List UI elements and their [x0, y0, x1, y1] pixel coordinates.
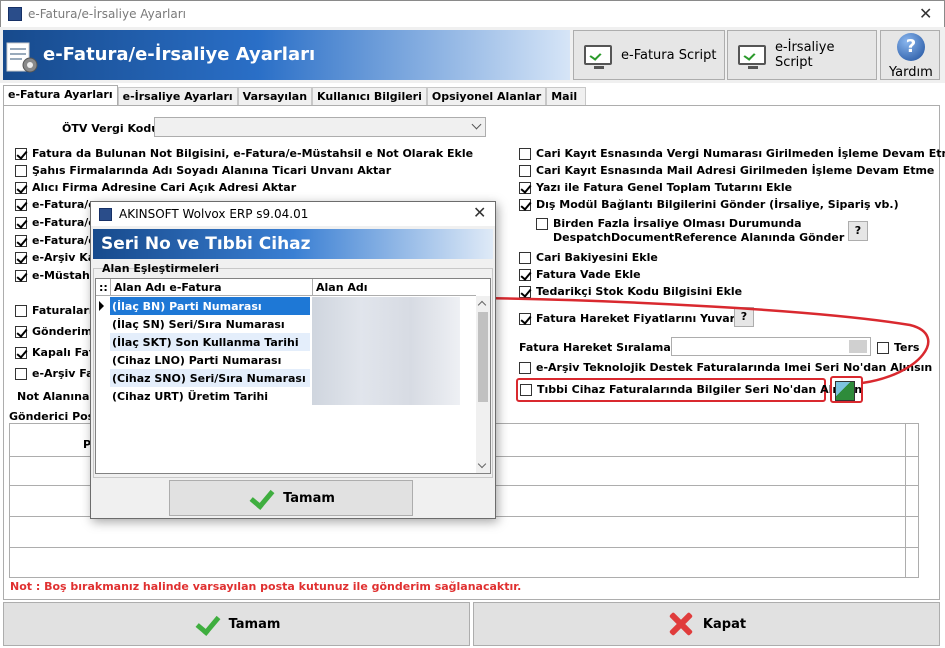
- app-icon: [8, 7, 22, 21]
- dialog-close-button[interactable]: ✕: [473, 203, 486, 222]
- otv-select[interactable]: [154, 117, 486, 137]
- row-pointer-icon: [99, 301, 104, 311]
- siralama-input[interactable]: [671, 337, 871, 356]
- right-check-8[interactable]: Fatura Hareket Fiyatlarını Yuvarla: [519, 312, 746, 325]
- settings-gear-icon: [6, 42, 38, 73]
- mapping-table[interactable]: :: Alan Adı e-Fatura Alan Adı (İlaç BN) …: [95, 278, 491, 474]
- eirsaliye-script-button[interactable]: e-İrsaliye Script: [727, 30, 877, 80]
- table-row[interactable]: (Cihaz URT) Üretim Tarihi: [96, 387, 476, 405]
- left-check-6[interactable]: e-Arşiv Ka: [15, 251, 95, 264]
- table-row[interactable]: (İlaç SKT) Son Kullanma Tarihi: [96, 333, 476, 351]
- table-row[interactable]: (Cihaz LNO) Parti Numarası: [96, 351, 476, 369]
- tab-varsayilan[interactable]: Varsayılan: [237, 87, 313, 105]
- dialog-banner-title: Seri No ve Tıbbi Cihaz: [101, 234, 311, 254]
- ok-button[interactable]: Tamam: [3, 602, 470, 646]
- left-check-11[interactable]: e-Arşiv Fat: [15, 367, 99, 380]
- col-marker-header: ::: [96, 279, 110, 296]
- help-label: Yardım: [889, 65, 933, 80]
- not-alani-label: Not Alanına E: [17, 390, 101, 403]
- tab-eirsaliye[interactable]: e-İrsaliye Ayarları: [117, 87, 238, 105]
- window-title: e-Fatura/e-İrsaliye Ayarları: [28, 7, 187, 21]
- efatura-script-button[interactable]: e-Fatura Script: [573, 30, 725, 80]
- left-check-10[interactable]: Kapalı Fatu: [15, 346, 102, 359]
- left-check-5[interactable]: e-Fatura/e: [15, 234, 96, 247]
- table-row[interactable]: (İlaç SN) Seri/Sıra Numarası: [96, 315, 476, 333]
- tab-mail[interactable]: Mail: [546, 87, 587, 105]
- image-icon-button[interactable]: [835, 381, 855, 401]
- scroll-down-icon: [477, 459, 487, 469]
- help-icon: ?: [897, 33, 925, 61]
- scroll-up-icon: [477, 300, 487, 310]
- serial-dialog: AKINSOFT Wolvox ERP s9.04.01 ✕ Seri No v…: [90, 201, 496, 519]
- chevron-down-icon: [471, 119, 482, 130]
- check-icon: [193, 614, 219, 634]
- ok-label: Tamam: [228, 616, 281, 632]
- header-banner: e-Fatura/e-İrsaliye Ayarları: [3, 30, 570, 80]
- despatch-help-button[interactable]: ?: [848, 221, 868, 241]
- siralama-label: Fatura Hareket Sıralaması: [519, 341, 682, 354]
- monitor-icon: [738, 45, 766, 69]
- right-check-1[interactable]: Cari Kayıt Esnasında Mail Adresi Girilme…: [519, 164, 934, 177]
- col-efatura-header[interactable]: Alan Adı e-Fatura: [110, 279, 312, 296]
- ters-check[interactable]: Ters: [877, 341, 919, 354]
- left-check-0[interactable]: Fatura da Bulunan Not Bilgisini, e-Fatur…: [15, 147, 473, 160]
- dialog-ok-button[interactable]: Tamam: [169, 480, 413, 516]
- right-check-6[interactable]: Fatura Vade Ekle: [519, 268, 641, 281]
- right-check-0[interactable]: Cari Kayıt Esnasında Vergi Numarası Giri…: [519, 147, 945, 160]
- header-title: e-Fatura/e-İrsaliye Ayarları: [43, 44, 316, 65]
- close-label: Kapat: [702, 616, 747, 632]
- left-check-2[interactable]: Alıcı Firma Adresine Cari Açık Adresi Ak…: [15, 181, 296, 194]
- despatch-label-line2: DespatchDocumentReference Alanında Gönde…: [553, 231, 845, 244]
- right-check-4[interactable]: Birden Fazla İrsaliye Olması Durumunda: [536, 217, 802, 230]
- tab-kullanici[interactable]: Kullanıcı Bilgileri: [312, 87, 427, 105]
- dialog-titlebar: AKINSOFT Wolvox ERP s9.04.01 ✕: [91, 202, 495, 226]
- gonderici-label: Gönderici Pos: [9, 410, 95, 423]
- dialog-ok-label: Tamam: [283, 490, 335, 506]
- table-scrollbar[interactable]: [476, 296, 490, 473]
- check-icon: [247, 488, 273, 508]
- window-close-button[interactable]: ✕: [919, 4, 932, 23]
- tab-bar: e-Fatura Ayarları e-İrsaliye Ayarları Va…: [3, 85, 587, 105]
- monitor-icon: [584, 45, 612, 69]
- left-check-1[interactable]: Şahıs Firmalarında Adı Soyadı Alanına Ti…: [15, 164, 391, 177]
- right-check-9[interactable]: e-Arşiv Teknolojik Destek Faturalarında …: [519, 361, 932, 374]
- left-check-7[interactable]: e-Müstahs: [15, 269, 96, 282]
- right-check-10[interactable]: Tıbbi Cihaz Faturalarında Bilgiler Seri …: [520, 383, 862, 396]
- otv-label: ÖTV Vergi Kodu: [62, 122, 160, 135]
- dialog-title: AKINSOFT Wolvox ERP s9.04.01: [119, 207, 309, 221]
- mapping-group-label: Alan Eşleştirmeleri: [102, 262, 220, 275]
- efatura-script-label: e-Fatura Script: [621, 47, 717, 63]
- col-alan-header[interactable]: Alan Adı: [312, 279, 476, 296]
- table-row[interactable]: (Cihaz SNO) Seri/Sıra Numarası: [96, 369, 476, 387]
- close-x-icon: [667, 611, 693, 637]
- eirsaliye-script-label: e-İrsaliye Script: [774, 40, 835, 70]
- help-button[interactable]: ? Yardım: [880, 30, 940, 80]
- tab-opsiyonel[interactable]: Opsiyonel Alanlar: [426, 87, 547, 105]
- header: e-Fatura/e-İrsaliye Ayarları e-Fatura Sc…: [0, 27, 945, 83]
- right-check-5[interactable]: Cari Bakiyesini Ekle: [519, 251, 658, 264]
- right-check-3[interactable]: Dış Modül Bağlantı Bilgilerini Gönder (İ…: [519, 198, 899, 211]
- close-button[interactable]: Kapat: [473, 602, 940, 646]
- right-check-2[interactable]: Yazı ile Fatura Genel Toplam Tutarını Ek…: [519, 181, 792, 194]
- window-titlebar: e-Fatura/e-İrsaliye Ayarları ✕: [0, 0, 945, 27]
- left-check-4[interactable]: e-Fatura/e: [15, 216, 96, 229]
- tab-efatura[interactable]: e-Fatura Ayarları: [3, 85, 118, 105]
- right-check-7[interactable]: Tedarikçi Stok Kodu Bilgisini Ekle: [519, 285, 742, 298]
- left-check-3[interactable]: e-Fatura/e: [15, 198, 96, 211]
- app-icon: [99, 208, 112, 221]
- dialog-banner: Seri No ve Tıbbi Cihaz: [93, 229, 493, 259]
- yuvarla-help-button[interactable]: ?: [734, 307, 754, 327]
- warning-note: Not : Boş bırakmanız halinde varsayılan …: [10, 580, 522, 593]
- table-row[interactable]: (İlaç BN) Parti Numarası: [96, 297, 476, 315]
